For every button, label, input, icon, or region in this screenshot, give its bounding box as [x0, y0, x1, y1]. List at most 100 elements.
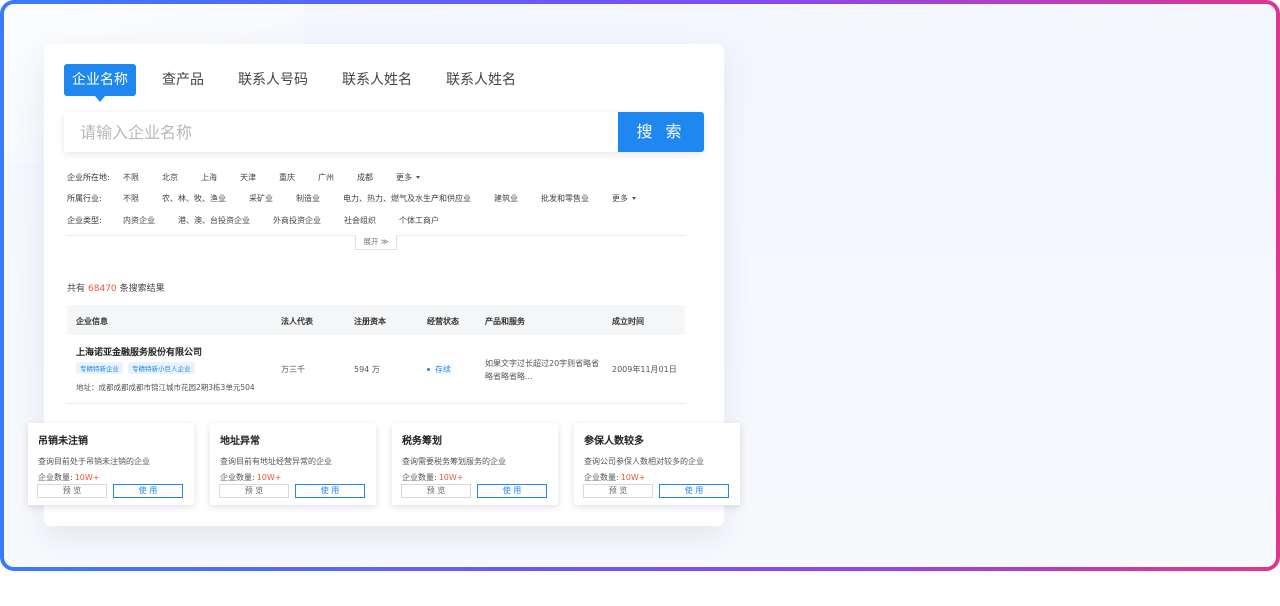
th-status: 经营状态	[427, 317, 459, 326]
card-count: 企业数量: 10W+	[584, 472, 730, 483]
use-button[interactable]: 使 用	[113, 484, 183, 498]
filter-option[interactable]: 个体工商户	[399, 215, 439, 226]
filter-option[interactable]: 社会组织	[344, 215, 376, 226]
th-products: 产品和服务	[485, 317, 525, 326]
filter-option[interactable]: 北京	[162, 172, 178, 183]
preset-card: 吊销未注销 查询目前处于吊销未注销的企业 企业数量: 10W+ 预 览 使 用	[28, 423, 194, 505]
card-count-label: 企业数量:	[402, 473, 437, 482]
products-line-1: 如果文字过长超过20字则省略省	[485, 359, 600, 368]
filter-option[interactable]: 采矿业	[249, 193, 273, 204]
th-company: 企业信息	[76, 317, 108, 326]
card-actions: 预 览 使 用	[37, 484, 185, 498]
company-tags: 专精特新企业 专精特新小巨人企业	[76, 362, 200, 374]
card-count-value: 10W+	[256, 473, 282, 482]
card-count: 企业数量: 10W+	[402, 472, 548, 483]
founded-date: 2009年11月01日	[612, 365, 677, 374]
caret-down-icon	[632, 196, 636, 200]
card-count-value: 10W+	[438, 473, 464, 482]
company-address: 地址：成都成都成都市锦江城市花园2期3栋3单元504	[76, 383, 255, 392]
preview-button[interactable]: 预 览	[401, 484, 471, 498]
card-count-value: 10W+	[74, 473, 100, 482]
filter-option[interactable]: 建筑业	[494, 193, 518, 204]
filter-label: 企业所在地:	[67, 172, 110, 182]
filter-option[interactable]: 电力、热力、燃气及水生产和供应业	[343, 193, 471, 204]
filter-more[interactable]: 更多	[396, 172, 420, 183]
card-count-label: 企业数量:	[38, 473, 73, 482]
tab-contact-name-2[interactable]: 联系人姓名	[438, 64, 524, 96]
tag-badge: 专精特新小巨人企业	[128, 362, 195, 374]
filter-industry: 所属行业: 不限 农、林、牧、渔业 采矿业 制造业 电力、热力、燃气及水生产和供…	[67, 191, 659, 205]
card-title: 参保人数较多	[584, 436, 644, 447]
th-founded: 成立时间	[612, 317, 644, 326]
card-count: 企业数量: 10W+	[38, 472, 184, 483]
filter-region: 企业所在地: 不限 北京 上海 天津 重庆 广州 成都 更多	[67, 170, 443, 184]
filter-label: 企业类型:	[67, 215, 102, 225]
tab-contact-name[interactable]: 联系人姓名	[334, 64, 420, 96]
card-actions: 预 览 使 用	[583, 484, 731, 498]
preset-card: 地址异常 查询目前有地址经营异常的企业 企业数量: 10W+ 预 览 使 用	[210, 423, 376, 505]
tab-product[interactable]: 查产品	[154, 64, 212, 96]
th-representative: 法人代表	[281, 317, 313, 326]
filter-option[interactable]: 成都	[357, 172, 373, 183]
tab-company-name[interactable]: 企业名称	[64, 64, 136, 102]
search-bar: 搜 索	[64, 112, 704, 152]
search-tabs: 企业名称 查产品 联系人号码 联系人姓名 联系人姓名	[64, 64, 542, 102]
filter-option[interactable]: 制造业	[296, 193, 320, 204]
result-number: 68470	[88, 284, 117, 294]
card-description: 查询公司参保人数相对较多的企业	[584, 457, 704, 466]
filter-option[interactable]: 农、林、牧、渔业	[162, 193, 226, 204]
filter-more-label: 更多	[612, 193, 628, 203]
card-count-label: 企业数量:	[220, 473, 255, 482]
caret-down-icon	[416, 175, 420, 179]
use-button[interactable]: 使 用	[659, 484, 729, 498]
card-title: 税务筹划	[402, 436, 442, 447]
card-count-label: 企业数量:	[584, 473, 619, 482]
card-title: 吊销未注销	[38, 436, 88, 447]
registered-capital: 594 万	[354, 365, 380, 374]
card-description: 查询目前有地址经营异常的企业	[220, 457, 332, 466]
tab-contact-phone[interactable]: 联系人号码	[230, 64, 316, 96]
filter-option[interactable]: 外商投资企业	[273, 215, 321, 226]
expand-button[interactable]: 展开 ≫	[355, 235, 397, 250]
company-name[interactable]: 上海诺亚金融服务股份有限公司	[76, 345, 202, 358]
card-description: 查询需要税务筹划服务的企业	[402, 457, 506, 466]
search-button[interactable]: 搜 索	[618, 112, 704, 152]
card-actions: 预 览 使 用	[219, 484, 367, 498]
use-button[interactable]: 使 用	[477, 484, 547, 498]
filter-option[interactable]: 批发和零售业	[541, 193, 589, 204]
card-title: 地址异常	[220, 436, 260, 447]
status-badge: 存续	[427, 364, 451, 375]
card-count-value: 10W+	[620, 473, 646, 482]
table-row[interactable]: 上海诺亚金融服务股份有限公司 专精特新企业 专精特新小巨人企业 地址：成都成都成都…	[67, 335, 685, 404]
filter-option[interactable]: 广州	[318, 172, 334, 183]
result-suffix: 条搜索结果	[119, 284, 165, 294]
filter-option[interactable]: 不限	[123, 193, 139, 204]
preview-button[interactable]: 预 览	[37, 484, 107, 498]
th-capital: 注册资本	[354, 317, 386, 326]
card-actions: 预 览 使 用	[401, 484, 549, 498]
tag-badge: 专精特新企业	[76, 362, 123, 374]
filter-option[interactable]: 重庆	[279, 172, 295, 183]
result-prefix: 共有	[67, 284, 86, 294]
filter-option[interactable]: 上海	[201, 172, 217, 183]
status-dot-icon	[427, 368, 430, 371]
filter-more[interactable]: 更多	[612, 193, 636, 204]
preset-card: 税务筹划 查询需要税务筹划服务的企业 企业数量: 10W+ 预 览 使 用	[392, 423, 558, 505]
use-button[interactable]: 使 用	[295, 484, 365, 498]
preview-button[interactable]: 预 览	[583, 484, 653, 498]
table-header: 企业信息 法人代表 注册资本 经营状态 产品和服务 成立时间	[67, 305, 685, 335]
filter-option[interactable]: 港、澳、台投资企业	[178, 215, 250, 226]
search-input[interactable]	[64, 112, 618, 152]
filter-label: 所属行业:	[67, 193, 102, 203]
result-count: 共有 68470 条搜索结果	[67, 281, 165, 294]
card-count: 企业数量: 10W+	[220, 472, 366, 483]
filter-more-label: 更多	[396, 172, 412, 182]
filter-option[interactable]: 不限	[123, 172, 139, 183]
preset-card: 参保人数较多 查询公司参保人数相对较多的企业 企业数量: 10W+ 预 览 使 用	[574, 423, 740, 505]
status-text: 存续	[435, 365, 451, 374]
filter-option[interactable]: 天津	[240, 172, 256, 183]
filter-option[interactable]: 内资企业	[123, 215, 155, 226]
preview-button[interactable]: 预 览	[219, 484, 289, 498]
products-line-2: 略省略省略...	[485, 372, 533, 381]
card-description: 查询目前处于吊销未注销的企业	[38, 457, 150, 466]
